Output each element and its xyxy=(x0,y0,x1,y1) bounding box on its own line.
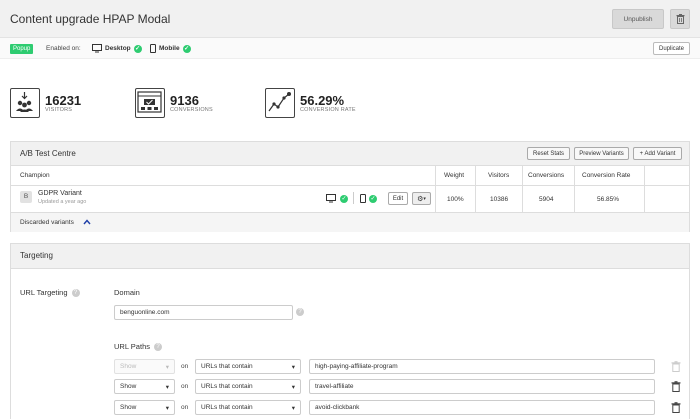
ab-test-panel: A/B Test Centre Reset Stats Preview Vari… xyxy=(10,141,690,232)
path-match-select[interactable]: URLs that contain ▾ xyxy=(195,359,301,374)
add-variant-button[interactable]: + Add Variant xyxy=(633,147,682,160)
chevron-down-icon: ▾ xyxy=(165,404,169,412)
line-chart-icon xyxy=(265,88,295,118)
chevron-down-icon: ▾ xyxy=(165,383,169,391)
edit-variant-button[interactable]: Edit xyxy=(388,192,408,205)
targeting-header: Targeting xyxy=(11,244,689,269)
check-icon: ✓ xyxy=(369,195,377,203)
enabled-on-label: Enabled on: xyxy=(46,45,81,52)
variant-updated: Updated a year ago xyxy=(38,199,87,205)
help-icon[interactable]: ? xyxy=(71,288,80,297)
url-paths-label: URL Paths xyxy=(114,342,150,351)
desktop-icon xyxy=(92,44,102,53)
ab-test-header: A/B Test Centre Reset Stats Preview Vari… xyxy=(11,142,689,166)
path-value-input[interactable]: travel-affiliate xyxy=(309,379,655,394)
path-value-input[interactable]: high-paying-affiliate-program xyxy=(309,359,655,374)
column-conversions: Conversions xyxy=(528,172,565,179)
path-mode-select[interactable]: Show ▾ xyxy=(114,400,175,415)
desktop-icon xyxy=(326,194,336,203)
column-divider xyxy=(522,166,523,212)
chevron-down-icon: ▾ xyxy=(423,195,426,202)
conversions-icon xyxy=(135,88,165,118)
visitors-icon xyxy=(10,88,40,118)
path-match-value: URLs that contain xyxy=(201,404,253,411)
variant-name: GDPR Variant xyxy=(38,190,82,197)
on-label: on xyxy=(181,383,189,390)
on-label: on xyxy=(181,363,189,370)
preview-variants-button[interactable]: Preview Variants xyxy=(574,147,629,160)
conversions-label: CONVERSIONS xyxy=(170,106,213,113)
visitors-value: 16231 xyxy=(45,92,82,108)
column-divider xyxy=(574,166,575,212)
ab-test-title: A/B Test Centre xyxy=(20,149,76,158)
mobile-icon xyxy=(150,44,156,53)
variant-conversion-rate: 56.85% xyxy=(597,196,620,203)
column-divider xyxy=(435,166,436,212)
on-label: on xyxy=(181,404,189,411)
conversions-value: 9136 xyxy=(170,92,199,108)
chevron-down-icon: ▾ xyxy=(291,363,295,371)
discarded-variants-label: Discarded variants xyxy=(20,219,74,226)
trash-icon xyxy=(676,14,684,24)
path-match-select[interactable]: URLs that contain ▾ xyxy=(195,400,301,415)
path-match-select[interactable]: URLs that contain ▾ xyxy=(195,379,301,394)
variant-conversions: 5904 xyxy=(539,196,554,203)
targeting-title: Targeting xyxy=(20,251,53,260)
chevron-up-icon xyxy=(83,219,91,225)
path-mode-select[interactable]: Show ▾ xyxy=(114,379,175,394)
desktop-label: Desktop xyxy=(105,45,131,52)
check-icon: ✓ xyxy=(340,195,348,203)
type-badge: Popup xyxy=(10,44,34,54)
desktop-status: Desktop ✓ xyxy=(92,44,142,53)
delete-button[interactable] xyxy=(670,9,690,29)
chevron-down-icon: ▾ xyxy=(291,383,295,391)
conversion-rate-value: 56.29% xyxy=(300,92,345,108)
path-mode-select[interactable]: Show ▾ xyxy=(114,359,175,374)
variant-letter-badge: B xyxy=(20,191,32,203)
url-targeting-heading: URL Targeting ? xyxy=(20,288,80,297)
variant-visitors: 10386 xyxy=(490,196,509,203)
stat-visitors: 16231 VISITORS xyxy=(10,88,81,118)
column-champion: Champion xyxy=(20,172,50,179)
column-divider xyxy=(644,166,645,212)
path-match-value: URLs that contain xyxy=(201,383,253,390)
path-mode-value: Show xyxy=(120,383,137,390)
help-icon[interactable]: ? xyxy=(296,308,304,316)
discarded-variants-toggle[interactable]: Discarded variants xyxy=(11,212,689,232)
check-icon: ✓ xyxy=(182,44,191,53)
variant-weight: 100% xyxy=(447,196,464,203)
column-conversion-rate: Conversion Rate xyxy=(582,172,631,179)
variant-settings-button[interactable]: ⚙ ▾ xyxy=(412,192,431,205)
url-targeting-label: URL Targeting xyxy=(20,288,68,297)
stat-conversion-rate: 56.29% CONVERSION RATE xyxy=(265,88,356,118)
table-header: Champion Weight Visitors Conversions Con… xyxy=(11,166,689,186)
trash-icon[interactable] xyxy=(671,402,681,413)
trash-icon[interactable] xyxy=(671,361,681,372)
path-mode-value: Show xyxy=(120,404,137,411)
chevron-down-icon: ▾ xyxy=(165,363,169,371)
mobile-icon xyxy=(360,194,366,203)
domain-input[interactable]: benguonline.com xyxy=(114,305,293,320)
column-divider xyxy=(475,166,476,212)
domain-label: Domain xyxy=(114,288,140,297)
column-weight: Weight xyxy=(444,172,465,179)
chevron-down-icon: ▾ xyxy=(291,404,295,412)
page-title: Content upgrade HPAP Modal xyxy=(10,12,171,26)
reset-stats-button[interactable]: Reset Stats xyxy=(527,147,570,160)
help-icon[interactable]: ? xyxy=(154,342,162,351)
check-icon: ✓ xyxy=(133,44,142,53)
stat-conversions: 9136 CONVERSIONS xyxy=(135,88,213,118)
url-paths-heading: URL Paths ? xyxy=(114,342,162,351)
divider xyxy=(353,192,354,204)
path-value-input[interactable]: avoid-clickbank xyxy=(309,400,655,415)
path-match-value: URLs that contain xyxy=(201,363,253,370)
conversion-rate-label: CONVERSION RATE xyxy=(300,106,356,113)
unpublish-button[interactable]: Unpublish xyxy=(612,9,664,29)
path-mode-value: Show xyxy=(120,363,137,370)
column-visitors: Visitors xyxy=(488,172,510,179)
mobile-status: Mobile ✓ xyxy=(150,44,191,53)
trash-icon[interactable] xyxy=(671,381,681,392)
mobile-label: Mobile xyxy=(159,45,180,52)
duplicate-button[interactable]: Duplicate xyxy=(653,42,690,55)
